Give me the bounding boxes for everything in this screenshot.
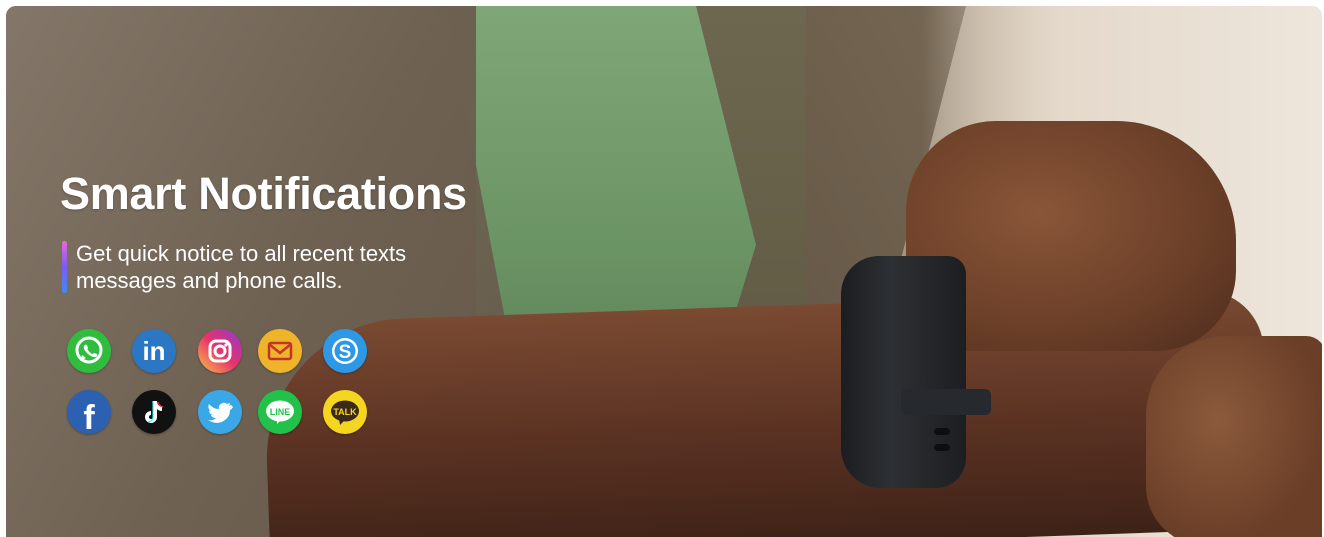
linkedin-glyph: in	[142, 335, 166, 366]
facebook-glyph: f	[83, 399, 95, 434]
photo-hand-lower	[1146, 336, 1322, 537]
twitter-icon	[198, 390, 242, 434]
whatsapp-icon	[67, 329, 111, 373]
hero-description: Get quick notice to all recent texts mes…	[76, 241, 407, 293]
smartwatch-strap-hole	[934, 428, 950, 435]
facebook-icon: f	[67, 390, 111, 434]
tiktok-icon	[132, 390, 176, 434]
smartwatch-strap-hole	[934, 444, 950, 451]
skype-icon: S	[323, 329, 367, 373]
email-icon	[258, 329, 302, 373]
line-label: LINE	[270, 407, 291, 417]
instagram-icon	[198, 329, 242, 373]
kakaotalk-icon: TALK	[323, 390, 367, 434]
hero-title: Smart Notifications	[60, 168, 467, 219]
line-icon: LINE	[258, 390, 302, 434]
description-accent-bar	[62, 241, 67, 293]
talk-label: TALK	[333, 407, 357, 417]
smartwatch-buckle	[901, 389, 991, 415]
smartwatch-strap	[841, 256, 966, 488]
svg-text:S: S	[339, 342, 352, 363]
linkedin-icon: in	[132, 329, 176, 373]
